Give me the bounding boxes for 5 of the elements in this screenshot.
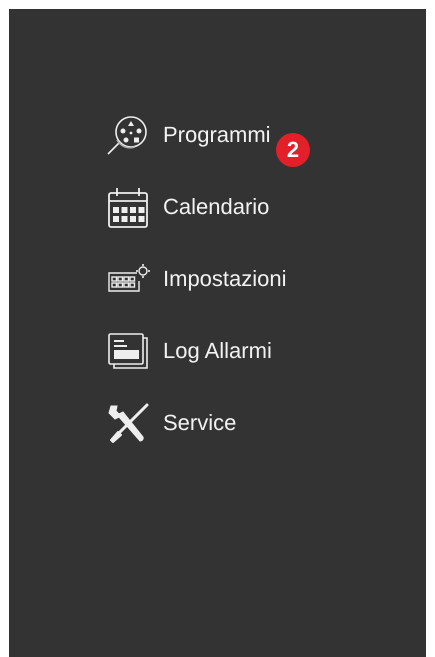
count-badge: 2: [276, 133, 310, 167]
menu-item[interactable]: Impostazioni: [105, 256, 287, 302]
menu-item[interactable]: Calendario: [105, 184, 270, 230]
menu-item[interactable]: Log Allarmi: [105, 328, 272, 374]
menu-item[interactable]: Service: [105, 400, 236, 446]
